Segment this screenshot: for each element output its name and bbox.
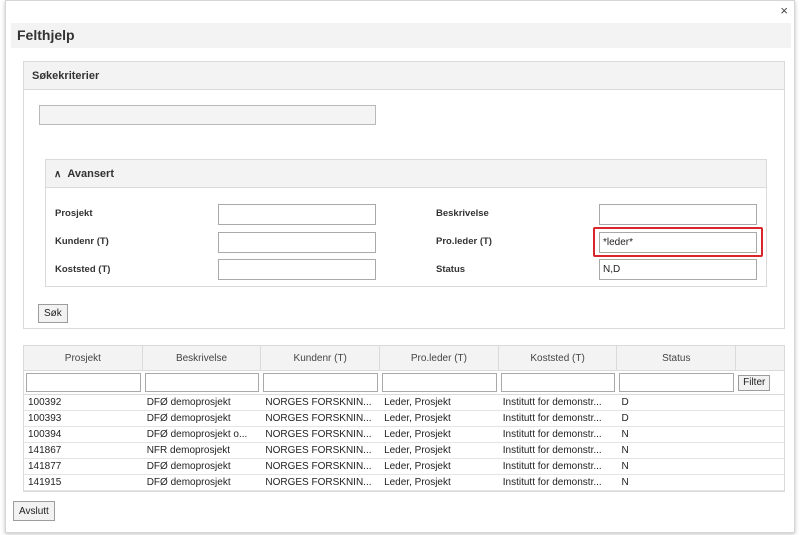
table-row[interactable]: 141915 DFØ demoprosjekt NORGES FORSKNIN...… (24, 475, 784, 491)
results-grid: Prosjekt Beskrivelse Kundenr (T) Pro.led… (23, 345, 785, 492)
label-kundenr: Kundenr (T) (55, 236, 109, 247)
grid-body: 100392 DFØ demoprosjekt NORGES FORSKNIN...… (24, 395, 784, 491)
cell-koststed: Institutt for demonstr... (502, 397, 602, 408)
cell-prosjekt: 100392 (28, 397, 62, 408)
table-row[interactable]: 100394 DFØ demoprosjekt o... NORGES FORSKN… (24, 427, 784, 443)
cell-kundenr: NORGES FORSKNIN... (265, 461, 372, 472)
cell-status: D (621, 413, 629, 424)
cell-proleder: Leder, Prosjekt (384, 445, 451, 456)
search-criteria-header: Søkekriterier (24, 62, 784, 90)
column-header-kundenr[interactable]: Kundenr (T) (261, 346, 381, 370)
label-prosjekt: Prosjekt (55, 208, 93, 219)
search-button[interactable]: Søk (38, 304, 68, 323)
search-criteria-panel: Søkekriterier ∧ Avansert Prosjekt Kundenr… (23, 61, 785, 329)
filter-kundenr-input[interactable] (263, 373, 379, 392)
filter-button[interactable]: Filter (738, 374, 771, 391)
dialog-title-bar: Felthjelp (11, 23, 791, 48)
prosjekt-field[interactable] (218, 204, 376, 225)
cell-koststed: Institutt for demonstr... (502, 413, 602, 424)
koststed-field[interactable] (218, 259, 376, 280)
cell-beskrivelse: NFR demoprosjekt (146, 445, 231, 456)
cell-prosjekt: 141867 (28, 445, 62, 456)
label-status: Status (436, 264, 466, 275)
column-header-status[interactable]: Status (617, 346, 737, 370)
filter-cell (380, 373, 499, 392)
label-koststed: Koststed (T) (55, 264, 111, 275)
label-beskrivelse: Beskrivelse (436, 208, 489, 219)
proleder-field[interactable] (599, 232, 757, 253)
filter-proleder-input[interactable] (382, 373, 497, 392)
table-row[interactable]: 100393 DFØ demoprosjekt NORGES FORSKNIN...… (24, 411, 784, 427)
cell-prosjekt: 141877 (28, 461, 62, 472)
cell-kundenr: NORGES FORSKNIN... (265, 397, 372, 408)
status-field[interactable] (599, 259, 757, 280)
cell-koststed: Institutt for demonstr... (502, 461, 602, 472)
filter-cell (499, 373, 618, 392)
grid-header-row: Prosjekt Beskrivelse Kundenr (T) Pro.led… (24, 346, 784, 371)
cell-koststed: Institutt for demonstr... (502, 477, 602, 488)
grid-filter-row: Filter (24, 371, 784, 395)
cell-proleder: Leder, Prosjekt (384, 429, 451, 440)
cell-proleder: Leder, Prosjekt (384, 461, 451, 472)
cell-kundenr: NORGES FORSKNIN... (265, 445, 372, 456)
cell-empty (736, 475, 784, 490)
cell-empty (736, 459, 784, 474)
cell-koststed: Institutt for demonstr... (502, 429, 602, 440)
cell-empty (736, 443, 784, 458)
filter-cell (143, 373, 262, 392)
column-header-prosjekt[interactable]: Prosjekt (24, 346, 143, 370)
cell-empty (736, 411, 784, 426)
cell-koststed: Institutt for demonstr... (502, 445, 602, 456)
cell-prosjekt: 141915 (28, 477, 62, 488)
cell-kundenr: NORGES FORSKNIN... (265, 477, 372, 488)
dialog-title: Felthjelp (17, 27, 75, 43)
advanced-header-label: Avansert (67, 168, 114, 180)
quick-search-input[interactable] (39, 105, 376, 125)
filter-cell (617, 373, 736, 392)
cell-status: N (621, 445, 629, 456)
cell-beskrivelse: DFØ demoprosjekt o... (146, 429, 248, 440)
cell-prosjekt: 100393 (28, 413, 62, 424)
column-header-beskrivelse[interactable]: Beskrivelse (143, 346, 262, 370)
cell-proleder: Leder, Prosjekt (384, 397, 451, 408)
field-help-dialog: × Felthjelp Søkekriterier ∧ Avansert Pros… (5, 0, 795, 533)
label-proleder: Pro.leder (T) (436, 236, 492, 247)
cell-beskrivelse: DFØ demoprosjekt (146, 461, 231, 472)
filter-cell: Filter (736, 374, 784, 391)
double-chevron-up-icon: ∧ (54, 169, 62, 180)
cell-beskrivelse: DFØ demoprosjekt (146, 413, 231, 424)
cell-empty (736, 427, 784, 442)
filter-koststed-input[interactable] (500, 373, 616, 392)
cell-status: N (621, 477, 629, 488)
filter-cell (24, 373, 143, 392)
column-header-proleder[interactable]: Pro.leder (T) (380, 346, 499, 370)
filter-status-input[interactable] (619, 373, 735, 392)
advanced-toggle[interactable]: ∧ Avansert (46, 160, 766, 188)
filter-cell (261, 373, 380, 392)
cell-proleder: Leder, Prosjekt (384, 477, 451, 488)
cell-empty (736, 395, 784, 410)
filter-beskrivelse-input[interactable] (144, 373, 260, 392)
cell-beskrivelse: DFØ demoprosjekt (146, 397, 231, 408)
kundenr-field[interactable] (218, 232, 376, 253)
cell-status: N (621, 461, 629, 472)
cell-status: D (621, 397, 629, 408)
filter-prosjekt-input[interactable] (26, 373, 141, 392)
cell-status: N (621, 429, 629, 440)
cell-kundenr: NORGES FORSKNIN... (265, 413, 372, 424)
cell-prosjekt: 100394 (28, 429, 62, 440)
close-icon[interactable]: × (780, 4, 788, 18)
table-row[interactable]: 141867 NFR demoprosjekt NORGES FORSKNIN...… (24, 443, 784, 459)
table-row[interactable]: 100392 DFØ demoprosjekt NORGES FORSKNIN...… (24, 395, 784, 411)
beskrivelse-field[interactable] (599, 204, 757, 225)
close-button[interactable]: Avslutt (13, 501, 55, 521)
column-header-koststed[interactable]: Koststed (T) (499, 346, 618, 370)
cell-proleder: Leder, Prosjekt (384, 413, 451, 424)
advanced-panel: ∧ Avansert Prosjekt Kundenr (T) Koststed … (45, 159, 767, 287)
cell-kundenr: NORGES FORSKNIN... (265, 429, 372, 440)
table-row[interactable]: 141877 DFØ demoprosjekt NORGES FORSKNIN...… (24, 459, 784, 475)
column-header-actions (736, 346, 784, 370)
cell-beskrivelse: DFØ demoprosjekt (146, 477, 231, 488)
